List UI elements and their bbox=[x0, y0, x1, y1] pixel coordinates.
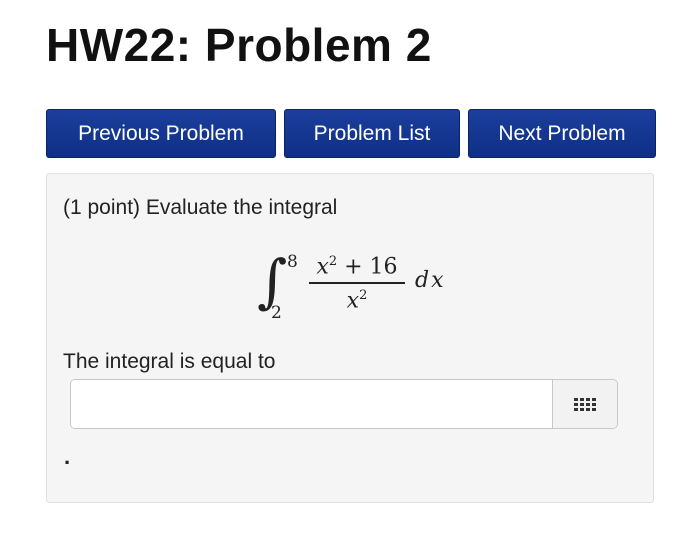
integrand-fraction: x2 + 16 x2 bbox=[309, 254, 405, 313]
denominator-exponent: 2 bbox=[359, 287, 368, 303]
problem-panel: (1 point) Evaluate the integral ∫ 8 2 x2… bbox=[46, 173, 654, 503]
problem-list-button[interactable]: Problem List bbox=[284, 109, 460, 158]
previous-problem-button[interactable]: Previous Problem bbox=[46, 109, 276, 158]
fraction-bar bbox=[309, 282, 405, 284]
numerator-exponent: 2 bbox=[328, 254, 338, 269]
trailing-period: . bbox=[64, 444, 71, 469]
denominator: x2 bbox=[309, 288, 405, 313]
next-problem-button[interactable]: Next Problem bbox=[468, 109, 656, 158]
numerator-constant: + 16 bbox=[337, 254, 398, 280]
lower-bound: 2 bbox=[271, 303, 282, 323]
numerator-variable: x bbox=[316, 254, 329, 280]
problem-navigation: Previous Problem Problem List Next Probl… bbox=[46, 109, 656, 158]
grid-icon bbox=[574, 397, 596, 411]
upper-bound: 8 bbox=[287, 252, 298, 272]
answer-field-group bbox=[70, 379, 618, 429]
numerator: x2 + 16 bbox=[309, 254, 405, 279]
answer-label: The integral is equal to bbox=[63, 350, 276, 373]
differential: dx bbox=[415, 268, 446, 293]
problem-prompt: (1 point) Evaluate the integral bbox=[63, 196, 338, 219]
integral-expression: ∫ 8 2 x2 + 16 x2 dx bbox=[249, 246, 449, 326]
equation-editor-button[interactable] bbox=[552, 380, 617, 428]
denominator-variable: x bbox=[346, 288, 360, 314]
answer-input[interactable] bbox=[71, 380, 552, 428]
page-title: HW22: Problem 2 bbox=[46, 19, 432, 71]
